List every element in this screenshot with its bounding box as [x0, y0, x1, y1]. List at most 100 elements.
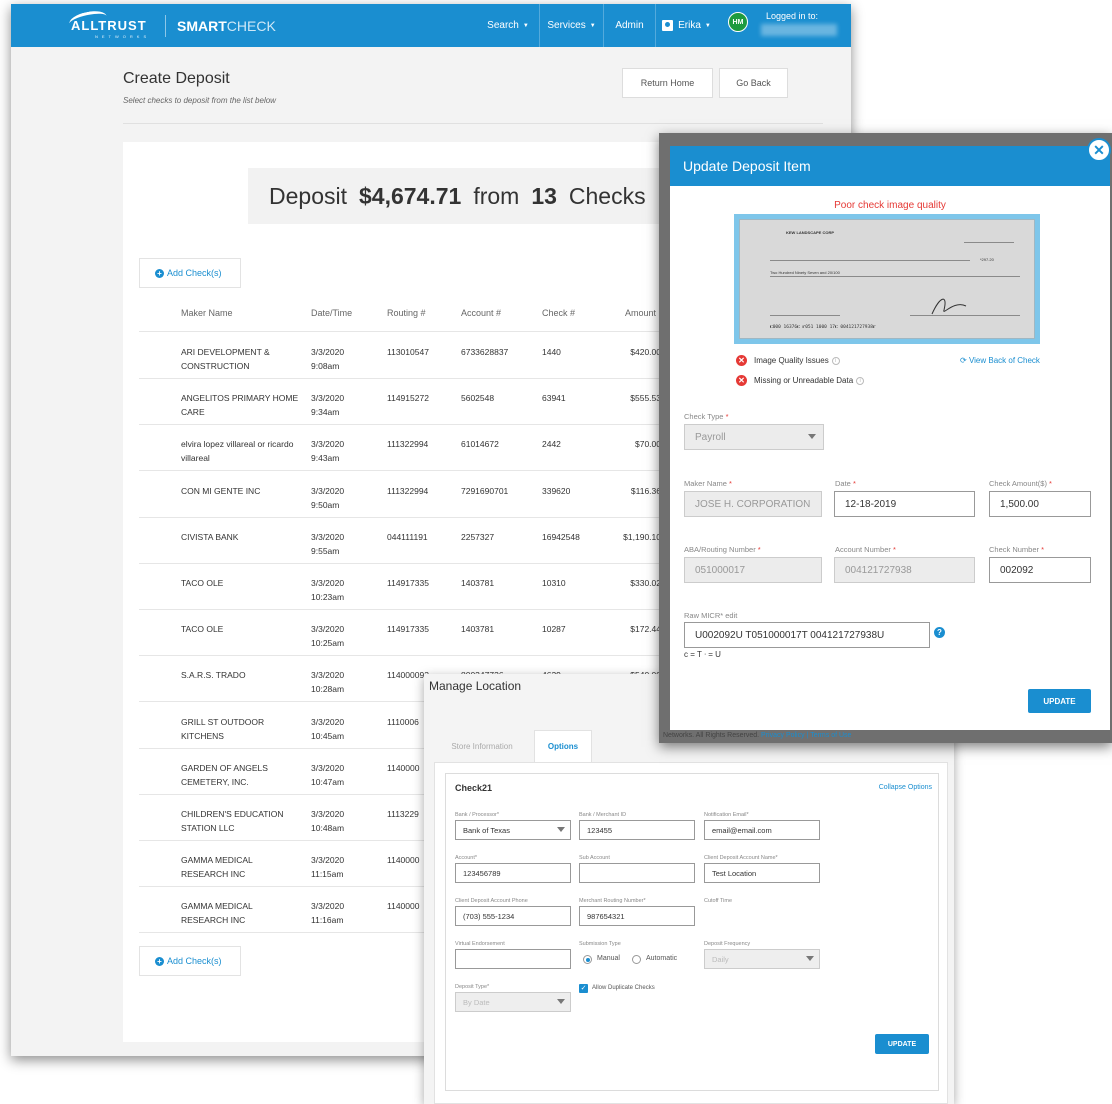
- nav-services[interactable]: Services ▼: [539, 4, 603, 47]
- submission-automatic-radio[interactable]: [632, 955, 641, 964]
- check-number-field[interactable]: 002092: [989, 557, 1091, 583]
- time-text: 10:25am: [311, 638, 345, 649]
- col-check[interactable]: Check #: [542, 308, 575, 318]
- merchant-id-field[interactable]: 123455: [579, 820, 695, 840]
- check-type-label-text: Check Type: [684, 412, 724, 421]
- check-number-cell: 1440: [542, 347, 561, 357]
- col-routing[interactable]: Routing #: [387, 308, 426, 318]
- close-icon[interactable]: ✕: [1087, 138, 1111, 162]
- maker-name-cell: CON MI GENTE INC: [181, 485, 261, 496]
- alltrust-logo[interactable]: ALLTRUST NETWORKS: [67, 8, 161, 39]
- maker-name-field[interactable]: JOSE H. CORPORATION: [684, 491, 822, 517]
- nav-user-menu[interactable]: Erika ▼: [655, 4, 717, 47]
- aba-routing-label-text: ABA/Routing Number: [684, 545, 756, 554]
- date-text: 3/3/2020: [311, 439, 345, 450]
- go-back-button[interactable]: Go Back: [719, 68, 788, 98]
- required-marker: *: [892, 545, 896, 554]
- client-phone-field[interactable]: (703) 555-1234: [455, 906, 571, 926]
- check-number-label-text: Check Number: [989, 545, 1040, 554]
- info-icon[interactable]: i: [856, 376, 865, 385]
- deposit-frequency-value: Daily: [712, 954, 729, 964]
- col-account[interactable]: Account #: [461, 308, 501, 318]
- error-x-icon: ✕: [736, 375, 747, 386]
- collapse-options-link[interactable]: Collapse Options: [879, 784, 932, 791]
- view-back-of-check-link[interactable]: ⟳ View Back of Check: [960, 356, 1040, 365]
- raw-micr-label: Raw MICR* edit: [684, 611, 738, 620]
- date-label: Date *: [835, 479, 856, 488]
- logo-subtext: NETWORKS: [95, 34, 151, 39]
- return-home-button[interactable]: Return Home: [622, 68, 713, 98]
- submission-type-label: Submission Type: [579, 941, 621, 947]
- modal-update-button[interactable]: UPDATE: [1028, 689, 1091, 713]
- raw-micr-field[interactable]: U002092U T051000017T 004121727938U: [684, 622, 930, 648]
- issue-missing-data-label: Missing or Unreadable Data: [754, 376, 854, 385]
- check-amount-field[interactable]: 1,500.00: [989, 491, 1091, 517]
- nav-admin[interactable]: Admin: [603, 4, 655, 47]
- check-number-cell: 63941: [542, 393, 566, 404]
- aba-routing-field[interactable]: 051000017: [684, 557, 822, 583]
- merchant-routing-label: Merchant Routing Number*: [579, 898, 646, 904]
- client-account-name-field[interactable]: Test Location: [704, 863, 820, 883]
- footer-links[interactable]: Privacy Policy | Terms of Use: [761, 732, 851, 739]
- maker-name-cell: GAMMA MEDICAL RESEARCH INC: [181, 855, 253, 880]
- check-type-select[interactable]: Payroll: [684, 424, 824, 450]
- summary-prefix: Deposit: [269, 182, 347, 209]
- help-question-icon[interactable]: ?: [934, 627, 945, 638]
- time-text: 10:45am: [311, 730, 345, 741]
- header-divider: [123, 123, 823, 124]
- col-maker-name[interactable]: Maker Name: [181, 308, 233, 318]
- date-time-cell: 3/3/2020 10:45am: [311, 715, 375, 743]
- date-time-cell: 3/3/2020 10:25am: [311, 622, 375, 650]
- modal-title: Update Deposit Item: [670, 146, 1110, 186]
- check-image[interactable]: KEW LANDSCAPE CORP *297.20 Two Hundred N…: [734, 214, 1040, 344]
- info-icon[interactable]: i: [831, 356, 840, 365]
- update-deposit-item-modal: Update Deposit Item Poor check image qua…: [670, 146, 1110, 730]
- routing-cell: 111322994: [387, 485, 429, 496]
- location-update-button[interactable]: UPDATE: [875, 1034, 929, 1054]
- deposit-frequency-select[interactable]: Daily: [704, 949, 820, 969]
- bank-processor-select[interactable]: Bank of Texas: [455, 820, 571, 840]
- check-image-scan: KEW LANDSCAPE CORP *297.20 Two Hundred N…: [739, 219, 1035, 339]
- amount-cell: $1,190.10: [623, 531, 661, 542]
- product-name-light: CHECK: [226, 18, 276, 34]
- amount-cell: $330.02: [630, 578, 661, 588]
- maker-name-label: Maker Name *: [684, 479, 732, 488]
- add-checks-label: Add Check(s): [167, 268, 222, 278]
- check-type-label: Check Type *: [684, 412, 728, 421]
- date-text: 3/3/2020: [311, 485, 345, 496]
- sub-account-field[interactable]: [579, 863, 695, 883]
- dropdown-arrow-icon: [557, 999, 565, 1004]
- nav-search[interactable]: Search ▼: [479, 4, 537, 47]
- nav-services-label: Services: [547, 20, 586, 31]
- account-number-field[interactable]: 004121727938: [834, 557, 975, 583]
- time-text: 9:34am: [311, 407, 340, 418]
- merchant-routing-field[interactable]: 987654321: [579, 906, 695, 926]
- allow-duplicates-checkbox[interactable]: ✓: [579, 984, 588, 993]
- time-text: 10:28am: [311, 684, 345, 695]
- maker-name-cell: TACO OLE: [181, 624, 224, 635]
- view-back-label: View Back of Check: [968, 356, 1040, 365]
- nav-search-label: Search: [487, 20, 519, 31]
- col-amount[interactable]: Amount: [625, 308, 656, 318]
- date-time-cell: 3/3/2020 9:55am: [311, 530, 375, 558]
- routing-cell: 1110006: [387, 716, 419, 727]
- account-field[interactable]: 123456789: [455, 863, 571, 883]
- date-field[interactable]: 12-18-2019: [834, 491, 975, 517]
- add-checks-button-bottom[interactable]: + Add Check(s): [139, 946, 241, 976]
- deposit-type-select[interactable]: By Date: [455, 992, 571, 1012]
- tab-options[interactable]: Options: [534, 730, 592, 762]
- account-cell: 1403781: [461, 624, 495, 635]
- add-checks-button-top[interactable]: + Add Check(s): [139, 258, 241, 288]
- avatar[interactable]: HM: [728, 12, 748, 32]
- routing-cell: 111322994: [387, 439, 429, 450]
- check-number-label: Check Number *: [989, 545, 1044, 554]
- dropdown-arrow-icon: [806, 956, 814, 961]
- tab-store-information[interactable]: Store Information: [434, 730, 530, 762]
- notification-email-field[interactable]: email@email.com: [704, 820, 820, 840]
- submission-manual-radio[interactable]: [583, 955, 592, 964]
- col-date-time[interactable]: Date/Time: [311, 308, 352, 318]
- virtual-endorsement-field[interactable]: [455, 949, 571, 969]
- allow-duplicates-label: Allow Duplicate Checks: [592, 985, 655, 991]
- amount-cell: $70.00: [635, 439, 661, 450]
- check-number-cell: 16942548: [542, 531, 580, 542]
